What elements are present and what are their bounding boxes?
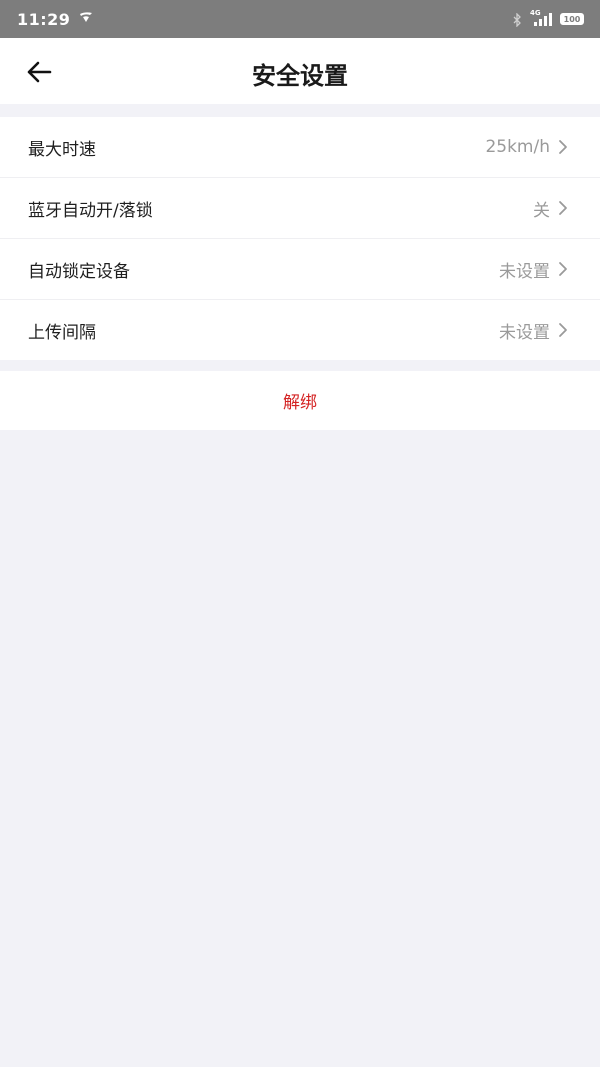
chevron-right-icon (559, 140, 567, 154)
chevron-right-icon (559, 262, 567, 276)
setting-value: 未设置 (499, 322, 550, 343)
setting-value: 未设置 (499, 261, 550, 282)
status-left: 11:29 (17, 10, 94, 29)
bluetooth-icon (512, 12, 522, 28)
setting-bluetooth-auto-lock[interactable]: 蓝牙自动开/落锁 关 (0, 178, 600, 239)
chevron-right-icon (559, 201, 567, 215)
setting-max-speed[interactable]: 最大时速 25km/h (0, 117, 600, 178)
status-bar: 11:29 4G 100 (0, 0, 600, 38)
setting-value: 关 (533, 200, 550, 221)
setting-label: 自动锁定设备 (28, 261, 130, 282)
chevron-right-icon (559, 323, 567, 337)
carrier-logo-icon (78, 11, 94, 27)
unbind-button[interactable]: 解绑 (0, 371, 600, 430)
setting-label: 蓝牙自动开/落锁 (28, 200, 153, 221)
battery-level: 100 (563, 14, 581, 24)
battery-icon: 100 (560, 13, 584, 25)
cellular-signal-icon: 4G (530, 9, 552, 26)
page-title: 安全设置 (252, 62, 348, 90)
nav-bar: 安全设置 (0, 38, 600, 104)
setting-upload-interval[interactable]: 上传间隔 未设置 (0, 300, 600, 360)
settings-list: 最大时速 25km/h 蓝牙自动开/落锁 关 自动锁定设备 未设置 上传间隔 未… (0, 117, 600, 360)
setting-value: 25km/h (485, 137, 550, 157)
setting-label: 上传间隔 (28, 322, 96, 343)
unbind-label: 解绑 (283, 393, 317, 413)
status-time: 11:29 (17, 9, 71, 29)
setting-auto-lock-device[interactable]: 自动锁定设备 未设置 (0, 239, 600, 300)
setting-label: 最大时速 (28, 139, 96, 160)
status-right: 4G 100 (512, 9, 584, 28)
